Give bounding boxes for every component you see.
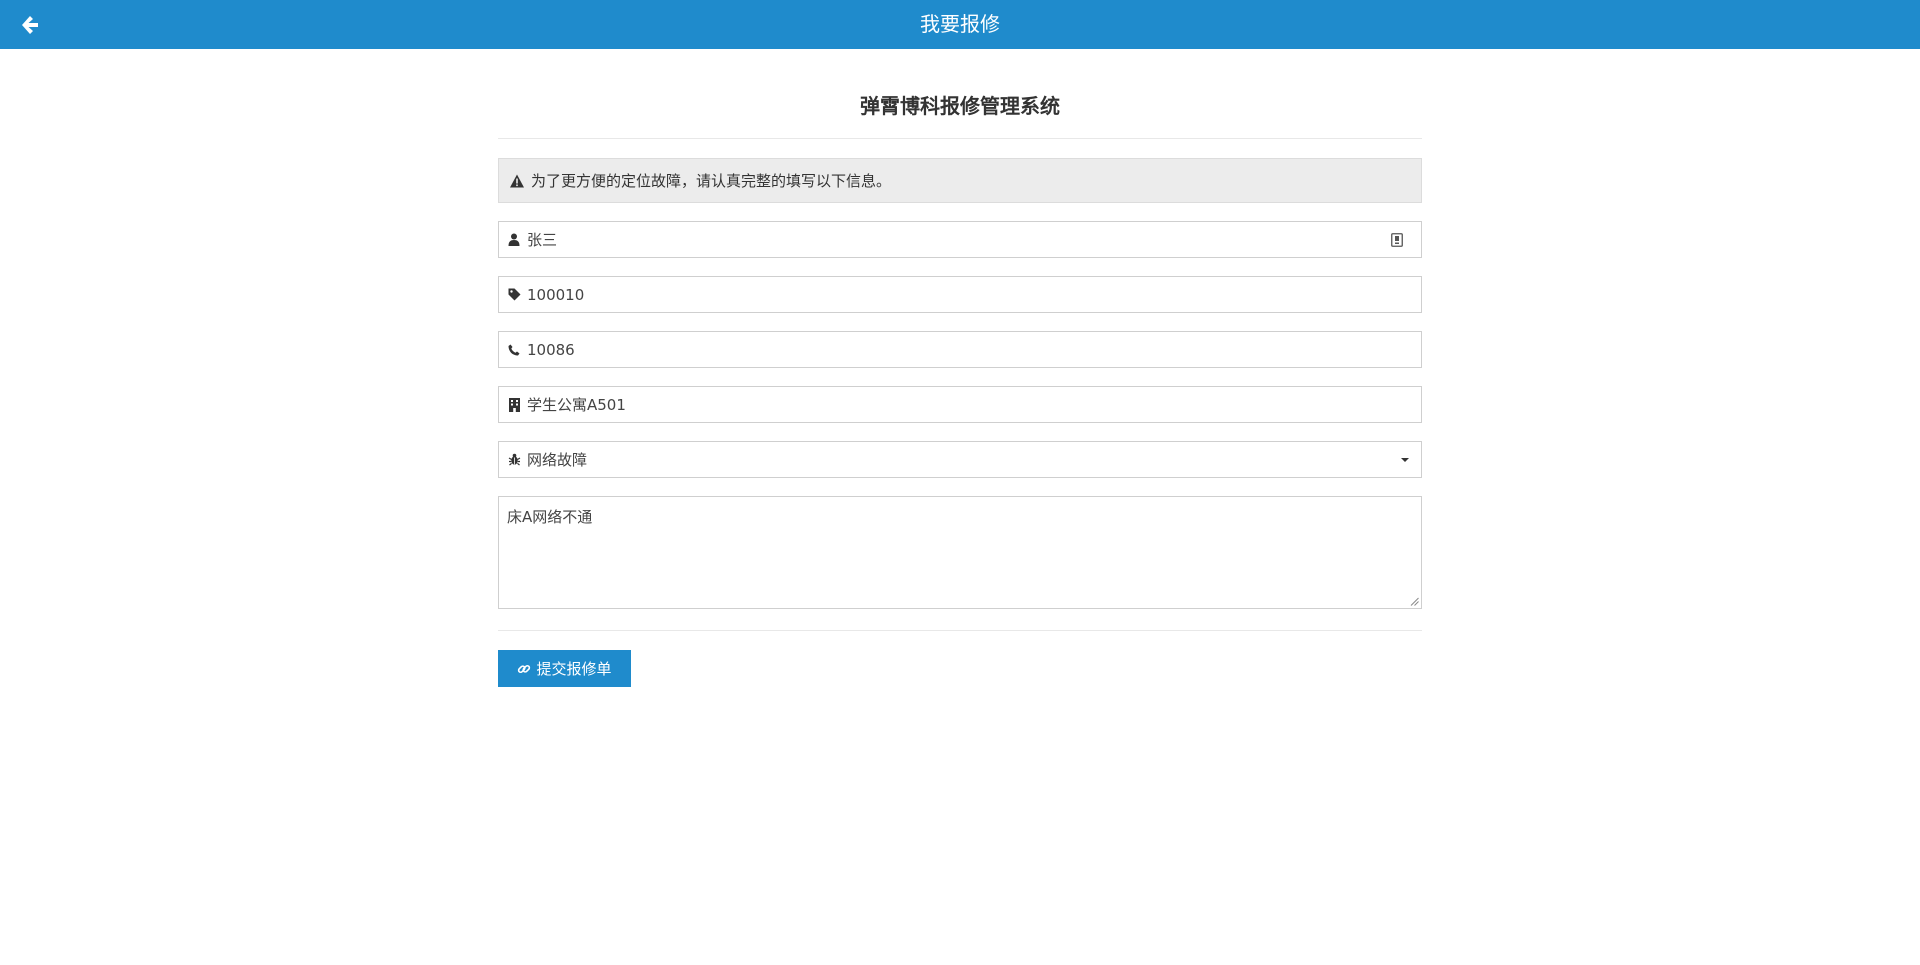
- submit-button-label: 提交报修单: [536, 660, 612, 678]
- notice-banner: 为了更方便的定位故障，请认真完整的填写以下信息。: [498, 158, 1422, 203]
- student-id-input[interactable]: [527, 278, 1421, 311]
- link-icon: [517, 662, 531, 676]
- chevron-down-icon: [1401, 458, 1409, 462]
- page-title: 我要报修: [920, 12, 1000, 36]
- top-navbar: 我要报修: [0, 0, 1920, 49]
- address-input[interactable]: [527, 388, 1421, 421]
- building-icon: [507, 397, 521, 412]
- user-icon: [507, 233, 521, 247]
- fault-type-value: 网络故障: [527, 451, 588, 469]
- phone-input[interactable]: [527, 333, 1421, 366]
- tag-icon: [507, 288, 521, 302]
- description-textarea[interactable]: 床A网络不通: [499, 497, 1421, 608]
- submit-repair-button[interactable]: 提交报修单: [498, 650, 631, 687]
- divider: [498, 630, 1422, 631]
- warning-icon: [509, 173, 525, 189]
- bug-icon: [507, 453, 521, 467]
- system-title: 弹霄博科报修管理系统: [860, 94, 1060, 118]
- notice-text: 为了更方便的定位故障，请认真完整的填写以下信息。: [531, 172, 892, 190]
- divider: [498, 138, 1422, 139]
- phone-field[interactable]: [498, 331, 1422, 368]
- address-field[interactable]: [498, 386, 1422, 423]
- description-field[interactable]: 床A网络不通: [498, 496, 1422, 609]
- student-id-field[interactable]: [498, 276, 1422, 313]
- contact-card-icon[interactable]: [1391, 232, 1403, 247]
- resize-handle-icon[interactable]: [1410, 597, 1419, 606]
- fault-type-select[interactable]: 网络故障: [498, 441, 1422, 478]
- name-input[interactable]: [527, 223, 1421, 256]
- name-field[interactable]: [498, 221, 1422, 258]
- repair-form-container: 弹霄博科报修管理系统 为了更方便的定位故障，请认真完整的填写以下信息。 张三 1…: [498, 49, 1422, 687]
- phone-icon: [507, 343, 521, 357]
